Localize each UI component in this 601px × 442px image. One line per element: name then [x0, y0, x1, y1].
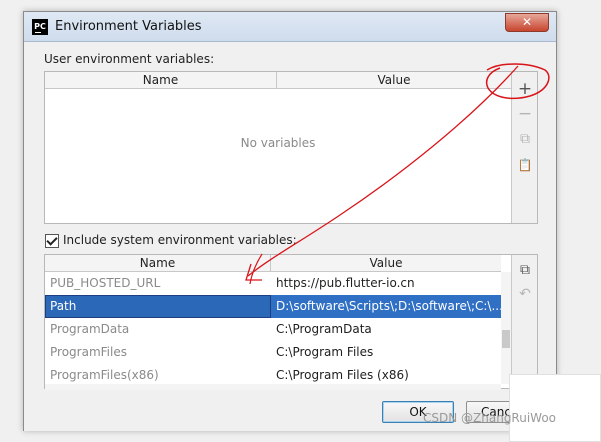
include-system-vars-label[interactable]: Include system environment variables:: [63, 233, 297, 247]
row-name: Path: [45, 295, 271, 318]
pycharm-app-icon: PC: [32, 19, 48, 35]
row-name: ProgramData: [50, 322, 130, 336]
table-row-selected[interactable]: Path D:\software\Scripts\;D:\software\;C…: [45, 295, 501, 318]
user-vars-empty-state: No variables: [240, 135, 316, 150]
row-name: PUB_HOSTED_URL: [50, 276, 161, 290]
system-vars-toolbar: ⧉ ↶: [511, 255, 537, 388]
row-value: C:\Program Files: [276, 345, 374, 359]
close-button[interactable]: ✕: [505, 13, 549, 32]
vertical-scrollbar[interactable]: [501, 272, 511, 384]
user-vars-panel: Name Value No variables + − ⧉ 📋: [44, 71, 538, 224]
plus-icon[interactable]: +: [516, 80, 534, 98]
column-header-name[interactable]: Name: [45, 255, 271, 272]
overlay-panel: [509, 374, 601, 442]
environment-variables-dialog: PC Environment Variables ✕ User environm…: [23, 11, 557, 431]
table-row[interactable]: ProgramFiles(x86) C:\Program Files (x86): [45, 364, 501, 384]
user-vars-header: Name Value: [45, 72, 511, 89]
user-vars-toolbar: + − ⧉ 📋: [511, 72, 537, 223]
row-value: C:\ProgramData: [276, 322, 372, 336]
include-system-vars-checkbox[interactable]: [45, 234, 59, 248]
minus-icon[interactable]: −: [516, 105, 534, 123]
copy-icon[interactable]: ⧉: [516, 130, 534, 148]
watermark: CSDN @ZhangRuiWoo: [423, 411, 557, 425]
screenshot: PC Environment Variables ✕ User environm…: [0, 0, 601, 442]
row-value: https://pub.flutter-io.cn: [276, 276, 415, 290]
scrollbar-thumb[interactable]: [502, 330, 510, 348]
title-bar[interactable]: PC Environment Variables ✕: [24, 12, 556, 42]
system-vars-panel: Name Value PUB_HOSTED_URL https://pub.fl…: [44, 254, 538, 390]
table-row[interactable]: ProgramFiles C:\Program Files: [45, 341, 501, 364]
table-row[interactable]: PUB_HOSTED_URL https://pub.flutter-io.cn: [45, 272, 501, 295]
user-vars-label: User environment variables:: [44, 52, 215, 66]
table-row[interactable]: ProgramData C:\ProgramData: [45, 318, 501, 341]
copy-icon[interactable]: ⧉: [516, 261, 534, 279]
column-header-value[interactable]: Value: [271, 255, 501, 272]
column-header-value[interactable]: Value: [277, 72, 511, 89]
column-header-name[interactable]: Name: [45, 72, 277, 89]
paste-icon[interactable]: 📋: [516, 156, 534, 174]
horizontal-scrollbar[interactable]: [45, 384, 501, 390]
row-value: D:\software\Scripts\;D:\software\;C:\...: [271, 295, 501, 318]
undo-icon[interactable]: ↶: [516, 285, 534, 303]
system-vars-header: Name Value: [45, 255, 501, 272]
row-name: ProgramFiles: [50, 345, 127, 359]
dialog-title: Environment Variables: [55, 19, 202, 34]
dialog-body: User environment variables: Name Value N…: [24, 42, 556, 431]
